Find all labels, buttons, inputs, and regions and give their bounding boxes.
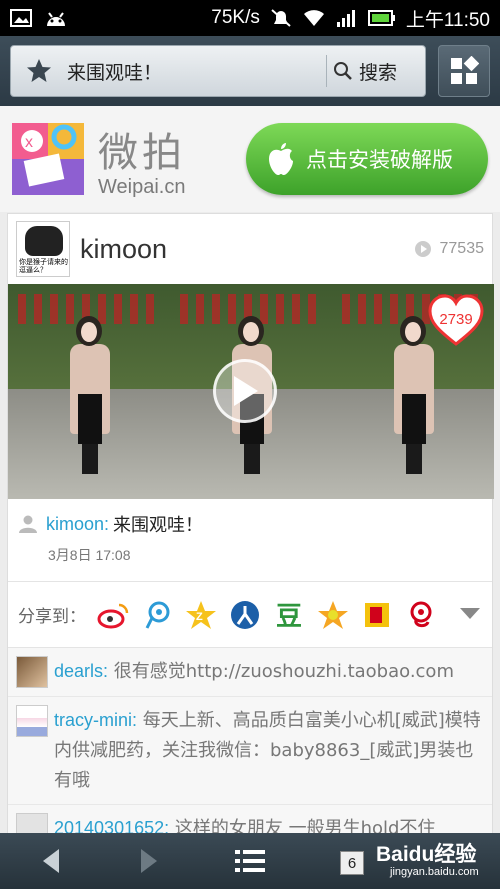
browser-toolbar: 来围观哇！ 搜索 (0, 36, 500, 106)
netease-icon[interactable] (404, 598, 438, 632)
search-button[interactable]: 搜索 (333, 58, 417, 85)
search-icon (333, 62, 352, 80)
avatar[interactable]: 你是猴子请来的逗逼么？ (16, 221, 70, 277)
user-icon (19, 515, 37, 533)
watermark-sub: jingyan.baidu.com (390, 866, 479, 878)
post-caption: kimoon: 来围观哇！ (8, 499, 492, 537)
clock: 上午11:50 (405, 9, 490, 31)
svg-text:x: x (25, 134, 33, 151)
forward-button[interactable] (100, 833, 200, 889)
comment-text: 这样的女朋友 一般男生hold不住 (174, 818, 436, 833)
signal-icon (336, 10, 355, 27)
meme-face (25, 226, 63, 256)
address-bar[interactable]: 来围观哇！ 搜索 (10, 45, 426, 97)
network-speed: 75K/s (211, 7, 260, 28)
video-thumbnail[interactable]: 2739 (8, 284, 494, 499)
search-label: 搜索 (358, 61, 397, 84)
caption-text: 来围观哇！ (113, 515, 204, 536)
comments-list: dearls: 很有感觉http://zuoshouzhi.taobao.com… (8, 647, 492, 833)
sohu-icon[interactable] (360, 598, 394, 632)
douban-icon[interactable]: 豆 (272, 598, 306, 632)
forward-arrow-icon (141, 849, 157, 873)
like-badge[interactable]: 2739 (428, 294, 484, 348)
grid-menu-icon (451, 56, 479, 84)
tencent-weibo-icon[interactable] (140, 598, 174, 632)
mute-icon (271, 9, 291, 27)
comment-item: 20140301652: 这样的女朋友 一般男生hold不住 (8, 805, 492, 833)
renren-icon[interactable] (228, 598, 262, 632)
weipai-logo-icon: x (12, 123, 84, 195)
play-button[interactable] (213, 359, 277, 423)
caption-user[interactable]: kimoon: (46, 514, 109, 535)
install-label: 点击安装破解版 (306, 148, 453, 172)
app-banner: x 微拍 Weipai.cn 点击安装破解版 (0, 106, 500, 212)
video-post-card: 你是猴子请来的逗逼么？ kimoon 77535 2739 kimoon: 来围… (7, 213, 494, 833)
kaixin-icon[interactable] (316, 598, 350, 632)
svg-text:Z: Z (196, 611, 203, 623)
android-icon (47, 12, 65, 26)
address-divider (325, 55, 327, 87)
play-count-icon (414, 241, 431, 257)
comment-avatar[interactable] (16, 813, 48, 833)
qzone-icon[interactable]: Z (184, 598, 218, 632)
watermark-main: Baidu经验 (376, 843, 477, 866)
play-icon (234, 376, 258, 406)
comment-avatar[interactable] (16, 656, 48, 688)
share-label: 分享到： (18, 607, 86, 627)
apple-icon (269, 143, 293, 175)
web-content: x 微拍 Weipai.cn 点击安装破解版 你是猴子请来的逗逼么？ kimoo… (0, 106, 500, 833)
status-bar: 75K/s 上午11:50 (0, 0, 500, 36)
back-arrow-icon (43, 849, 59, 873)
install-button[interactable]: 点击安装破解版 (246, 123, 488, 195)
address-text[interactable]: 来围观哇！ (67, 58, 320, 85)
image-icon (10, 9, 32, 27)
comment-avatar[interactable] (16, 705, 48, 737)
logo-text: 微拍 Weipai.cn (98, 120, 186, 199)
play-count: 77535 (414, 240, 485, 258)
video-frame-1 (8, 284, 170, 499)
comment-item: dearls: 很有感觉http://zuoshouzhi.taobao.com (8, 648, 492, 697)
baidu-watermark: Baidu经验 jingyan.baidu.com (376, 838, 500, 884)
menu-icon (235, 850, 265, 872)
post-timestamp: 3月8日 17:08 (48, 547, 131, 563)
share-row: 分享到： Z 豆 (8, 581, 492, 647)
grid-menu-button[interactable] (438, 45, 490, 97)
logo-en: Weipai.cn (98, 175, 186, 198)
battery-icon (367, 10, 395, 26)
star-icon[interactable] (19, 57, 59, 85)
logo-cn: 微拍 (98, 129, 186, 176)
comment-user[interactable]: dearls: (54, 661, 108, 681)
comment-text: 很有感觉http://zuoshouzhi.taobao.com (113, 661, 454, 682)
play-count-value: 77535 (439, 240, 485, 257)
post-username[interactable]: kimoon (80, 234, 167, 265)
avatar-caption: 你是猴子请来的逗逼么？ (19, 258, 68, 274)
wifi-icon (303, 10, 324, 26)
back-button[interactable] (0, 833, 100, 889)
tab-count: 6 (340, 851, 364, 875)
comment-user[interactable]: tracy-mini: (54, 710, 137, 730)
like-count: 2739 (439, 311, 473, 328)
menu-button[interactable] (200, 833, 300, 889)
comment-item: tracy-mini: 每天上新、高品质白富美小心机[威武]模特内供减肥药，关注… (8, 697, 492, 805)
weibo-icon[interactable] (96, 598, 130, 632)
post-header: 你是猴子请来的逗逼么？ kimoon 77535 (8, 214, 492, 284)
comment-user[interactable]: 20140301652: (54, 818, 169, 833)
expand-icon[interactable] (458, 605, 482, 625)
